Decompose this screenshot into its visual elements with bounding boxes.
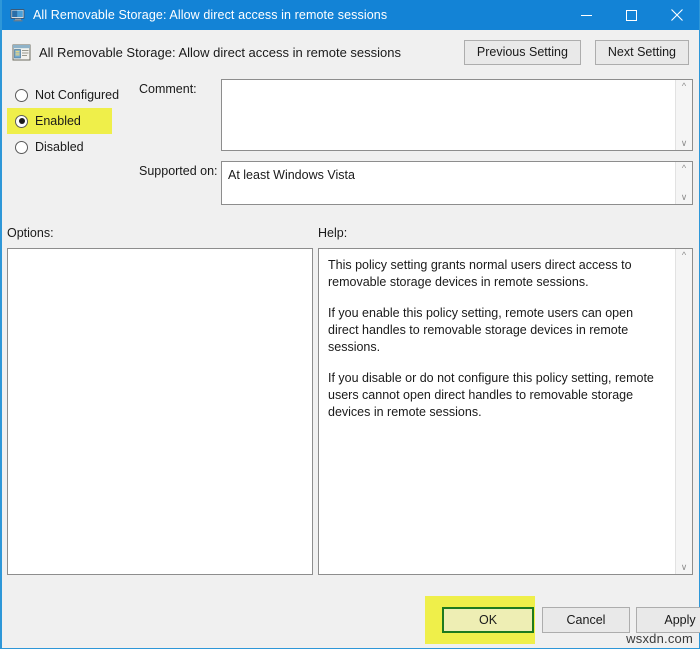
watermark: wsxdn.com: [626, 631, 693, 646]
group-policy-setting-dialog: All Removable Storage: Allow direct acce…: [0, 0, 700, 649]
ok-button[interactable]: OK: [442, 607, 534, 633]
window-title: All Removable Storage: Allow direct acce…: [33, 8, 387, 22]
comment-label: Comment:: [139, 82, 197, 96]
previous-setting-button[interactable]: Previous Setting: [464, 40, 581, 65]
options-label: Options:: [7, 226, 54, 240]
chevron-down-icon[interactable]: ∨: [681, 193, 688, 202]
supported-on-label: Supported on:: [139, 164, 218, 178]
panes-container: This policy setting grants normal users …: [2, 248, 699, 594]
radio-not-configured[interactable]: Not Configured: [7, 82, 135, 108]
pane-labels: Options: Help:: [2, 222, 699, 248]
window-controls: [564, 0, 699, 30]
chevron-up-icon[interactable]: ^: [682, 164, 686, 173]
dialog-footer: OK Cancel Apply wsxdn.com: [2, 594, 699, 648]
radio-circle-icon: [15, 141, 28, 154]
monitor-policy-icon: [10, 7, 26, 23]
policy-state-radio-group: Not Configured Enabled Disabled: [7, 82, 135, 160]
supported-on-scrollbar[interactable]: ^ ∨: [675, 162, 692, 204]
radio-circle-selected-icon: [15, 115, 28, 128]
help-paragraph: If you disable or do not configure this …: [328, 370, 666, 421]
supported-on-value: At least Windows Vista: [222, 162, 675, 204]
chevron-down-icon[interactable]: ∨: [681, 139, 688, 148]
help-scrollbar[interactable]: ^ ∨: [675, 249, 692, 574]
help-paragraph: If you enable this policy setting, remot…: [328, 305, 666, 356]
radio-disabled[interactable]: Disabled: [7, 134, 135, 160]
help-label: Help:: [318, 226, 347, 240]
chevron-down-icon[interactable]: ∨: [681, 563, 688, 572]
setting-title: All Removable Storage: Allow direct acce…: [39, 45, 401, 60]
chevron-up-icon[interactable]: ^: [682, 251, 686, 260]
radio-enabled[interactable]: Enabled: [7, 108, 112, 134]
maximize-icon[interactable]: [609, 0, 654, 30]
options-pane[interactable]: [7, 248, 313, 575]
navigation-buttons: Previous Setting Next Setting: [464, 40, 689, 65]
cancel-button[interactable]: Cancel: [542, 607, 630, 633]
comment-textbox[interactable]: ^ ∨: [221, 79, 693, 151]
title-bar: All Removable Storage: Allow direct acce…: [2, 0, 699, 30]
setting-header: All Removable Storage: Allow direct acce…: [2, 30, 699, 74]
policy-setting-icon: [12, 43, 31, 62]
radio-label-enabled: Enabled: [35, 114, 81, 128]
help-pane: This policy setting grants normal users …: [318, 248, 693, 575]
comment-scrollbar[interactable]: ^ ∨: [675, 80, 692, 150]
radio-circle-icon: [15, 89, 28, 102]
options-content: [8, 249, 312, 574]
chevron-up-icon[interactable]: ^: [682, 82, 686, 91]
apply-button[interactable]: Apply: [636, 607, 700, 633]
minimize-icon[interactable]: [564, 0, 609, 30]
state-and-comment-section: Not Configured Enabled Disabled Comment:…: [2, 74, 699, 222]
close-icon[interactable]: [654, 0, 699, 30]
help-paragraph: This policy setting grants normal users …: [328, 257, 666, 291]
help-content: This policy setting grants normal users …: [319, 249, 675, 574]
radio-label-disabled: Disabled: [35, 140, 84, 154]
radio-label-not-configured: Not Configured: [35, 88, 119, 102]
supported-on-textbox: At least Windows Vista ^ ∨: [221, 161, 693, 205]
comment-value[interactable]: [222, 80, 675, 150]
next-setting-button[interactable]: Next Setting: [595, 40, 689, 65]
